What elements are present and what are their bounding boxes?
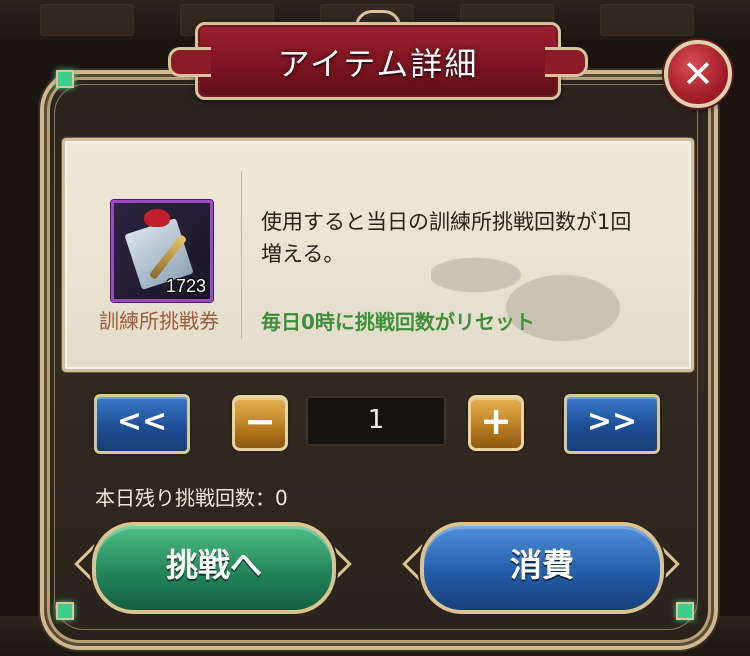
corner-gem-icon: [56, 70, 74, 88]
minus-icon: −: [244, 399, 276, 443]
quantity-max-button[interactable]: >>: [564, 394, 660, 454]
quantity-min-button[interactable]: <<: [94, 394, 190, 454]
background-tab: [600, 4, 694, 36]
panel-divider: [241, 171, 242, 339]
plus-icon: +: [480, 399, 512, 443]
background-tab: [40, 4, 134, 36]
ribbon-icon: [144, 209, 170, 227]
item-icon-frame: 1723: [111, 200, 213, 302]
close-icon: ✕: [682, 52, 714, 96]
double-chevron-right-icon: >>: [586, 404, 638, 439]
challenge-button[interactable]: 挑戦へ: [92, 522, 336, 614]
item-name: 訓練所挑戦券: [99, 309, 219, 333]
item-description-line: 使用すると当日の訓練所挑戦回数が1回: [261, 210, 632, 234]
quantity-decrement-button[interactable]: −: [232, 395, 288, 451]
reset-note: 毎日0時に挑戦回数がリセット: [261, 310, 535, 334]
quantity-value[interactable]: 1: [306, 396, 446, 446]
consume-button[interactable]: 消費: [420, 522, 664, 614]
dialog-title: アイテム詳細: [277, 45, 479, 83]
double-chevron-left-icon: <<: [116, 404, 168, 439]
item-description-panel: 1723 訓練所挑戦券 使用すると当日の訓練所挑戦回数が1回 増える。 毎日0時…: [62, 138, 694, 372]
title-banner: アイテム詳細: [168, 22, 588, 100]
close-button[interactable]: ✕: [664, 40, 732, 108]
remaining-attempts-text: 本日残り挑戦回数：0: [95, 486, 288, 510]
item-count: 1723: [165, 276, 206, 296]
item-description-line: 増える。: [261, 242, 345, 266]
corner-gem-icon: [56, 602, 74, 620]
corner-gem-icon: [676, 602, 694, 620]
quantity-increment-button[interactable]: +: [468, 395, 524, 451]
